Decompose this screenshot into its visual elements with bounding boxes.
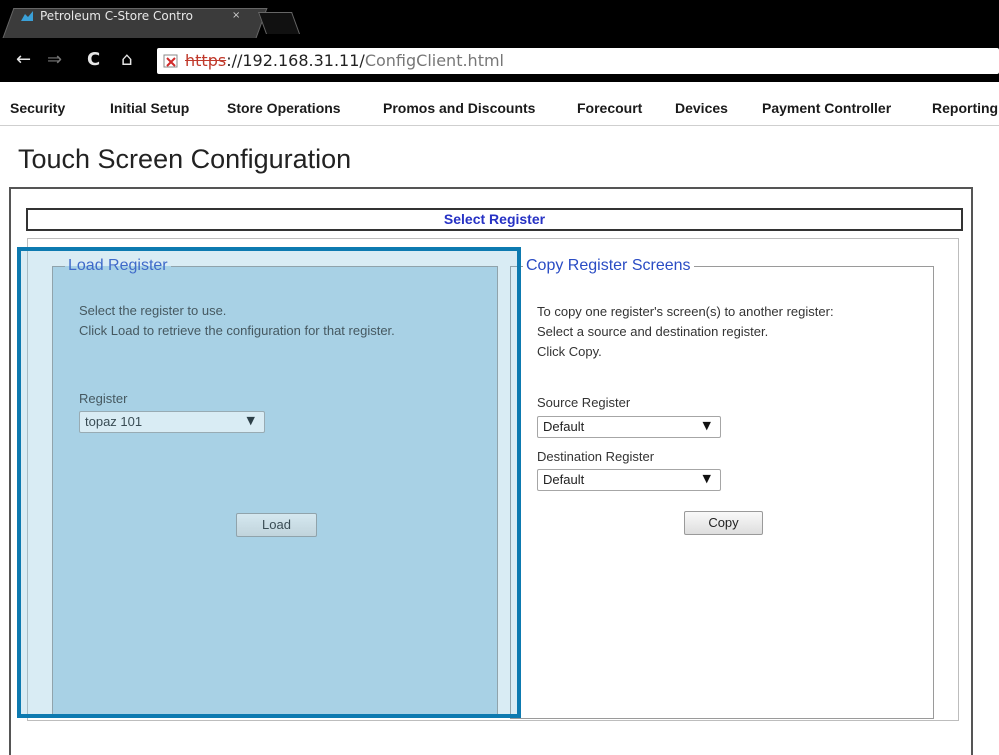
browser-tab-title: Petroleum C-Store Contro [40,9,194,23]
source-register-value: Default [543,419,585,434]
new-tab-button[interactable] [257,12,301,34]
close-tab-icon[interactable]: × [232,10,240,21]
menu-item-promos-and-discounts[interactable]: Promos and Discounts [383,100,535,116]
menu-item-forecourt[interactable]: Forecourt [577,100,642,116]
copy-register-legend: Copy Register Screens [526,257,691,274]
source-register-select[interactable]: Default ▼ [537,416,721,438]
forward-icon[interactable]: ⇒ [47,50,62,70]
load-instruction-2: Click Load to retrieve the configuration… [79,323,395,338]
favicon-icon [21,11,33,21]
url-path: ConfigClient.html [364,51,504,70]
browser-toolbar: ← ⇒ C ⌂ https://192.168.31.11/ConfigClie… [0,40,999,82]
menu-item-initial-setup[interactable]: Initial Setup [110,100,189,116]
insecure-lock-icon[interactable] [163,53,179,69]
destination-register-value: Default [543,472,585,487]
menu-item-security[interactable]: Security [10,100,65,116]
destination-register-label: Destination Register [537,449,655,464]
menu-item-devices[interactable]: Devices [675,100,728,116]
chevron-down-icon: ▼ [702,419,711,432]
url-text[interactable]: https://192.168.31.11/ConfigClient.html [185,51,504,70]
register-label: Register [79,391,128,406]
load-button[interactable]: Load [236,513,317,537]
register-select-value: topaz 101 [85,414,143,429]
chevron-down-icon: ▼ [246,414,255,427]
menu-item-reporting[interactable]: Reporting [932,100,998,116]
select-register-header: Select Register [26,208,963,231]
register-select[interactable]: topaz 101 ▼ [79,411,265,433]
menu-item-store-operations[interactable]: Store Operations [227,100,341,116]
destination-register-select[interactable]: Default ▼ [537,469,721,491]
url-scheme: https [185,51,227,70]
reload-icon[interactable]: C [87,50,100,70]
browser-tab-content: Petroleum C-Store Contro [20,9,193,23]
source-register-label: Source Register [537,395,631,410]
browser-tab-bar: Petroleum C-Store Contro × [0,0,999,40]
url-host: ://192.168.31.11/ [226,51,365,70]
load-register-legend: Load Register [68,257,168,274]
copy-instruction-2: Select a source and destination register… [537,324,769,339]
load-instruction-1: Select the register to use. [79,303,227,318]
address-bar[interactable]: https://192.168.31.11/ConfigClient.html [157,48,999,74]
home-icon[interactable]: ⌂ [121,50,132,70]
chevron-down-icon: ▼ [702,472,711,485]
copy-instruction-3: Click Copy. [537,344,602,359]
back-icon[interactable]: ← [16,50,31,70]
copy-button[interactable]: Copy [684,511,763,535]
menu-item-payment-controller[interactable]: Payment Controller [762,100,891,116]
main-menu: Security Initial Setup Store Operations … [0,88,999,126]
page-title: Touch Screen Configuration [18,144,352,174]
copy-instruction-1: To copy one register's screen(s) to anot… [537,304,834,319]
